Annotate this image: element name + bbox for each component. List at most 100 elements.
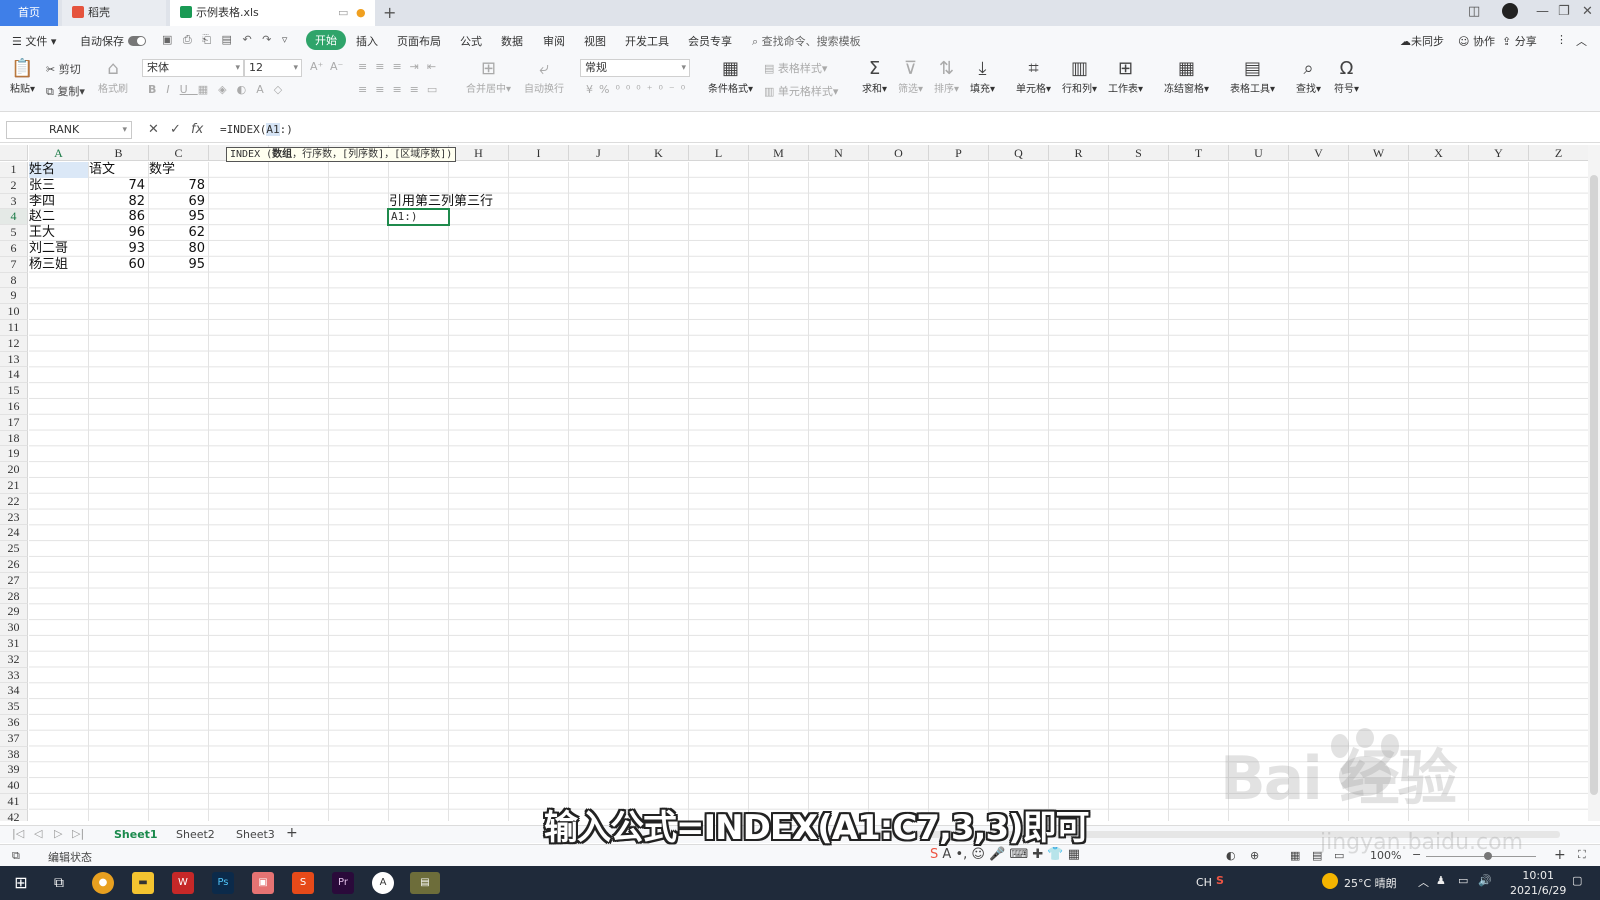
column-header-i[interactable]: I	[509, 145, 569, 161]
premiere-icon[interactable]: Pr	[332, 872, 354, 894]
clock[interactable]: 10:01 2021/6/29	[1510, 868, 1566, 898]
menu-data[interactable]: 数据	[501, 33, 523, 49]
align-center-icon[interactable]: ≡	[375, 83, 392, 96]
column-header-x[interactable]: X	[1409, 145, 1469, 161]
cell-g3[interactable]: 引用第三列第三行	[389, 194, 589, 210]
row-header-35[interactable]: 35	[0, 699, 28, 715]
column-header-a[interactable]: A	[29, 145, 89, 161]
cell-c6[interactable]: 80	[149, 241, 205, 257]
menu-page-layout[interactable]: 页面布局	[397, 33, 441, 49]
cell-a6[interactable]: 刘二哥	[29, 241, 88, 257]
cell-b5[interactable]: 96	[89, 225, 145, 241]
vertical-scrollbar[interactable]	[1588, 145, 1600, 821]
column-header-k[interactable]: K	[629, 145, 689, 161]
column-header-q[interactable]: Q	[989, 145, 1049, 161]
office-app-icon[interactable]: ▣	[252, 872, 274, 894]
number-format-select[interactable]: 常规	[580, 59, 690, 77]
copy-button[interactable]: ⧉ 复制▾	[46, 83, 85, 99]
app-a-icon[interactable]: A	[372, 872, 394, 894]
row-header-18[interactable]: 18	[0, 430, 28, 447]
sogou-tray-icon[interactable]: S	[1216, 874, 1224, 887]
italic-icon[interactable]: I	[166, 83, 179, 96]
collapse-ribbon-icon[interactable]: ︿	[1576, 33, 1587, 49]
volume-icon[interactable]: 🔊	[1478, 874, 1492, 887]
spreadsheet-app-icon[interactable]: S	[292, 872, 314, 894]
cell-b2[interactable]: 74	[89, 178, 145, 194]
column-header-v[interactable]: V	[1289, 145, 1349, 161]
file-explorer-icon[interactable]: ▬	[132, 872, 154, 894]
menu-formula[interactable]: 公式	[460, 33, 482, 49]
menu-insert[interactable]: 插入	[356, 33, 378, 49]
keyboard-icon[interactable]: ⌨	[1009, 847, 1028, 862]
cell-a3[interactable]: 李四	[29, 194, 88, 210]
output-icon[interactable]: ⎙	[183, 33, 192, 46]
notification-icon[interactable]: ▢	[1572, 874, 1582, 887]
column-header-j[interactable]: J	[569, 145, 629, 161]
column-header-c[interactable]: C	[149, 145, 209, 161]
more-icon[interactable]: ⋮	[1556, 33, 1567, 46]
column-header-p[interactable]: P	[929, 145, 989, 161]
row-header-5[interactable]: 5	[0, 225, 28, 241]
restore-icon[interactable]: ❐	[1558, 4, 1570, 19]
row-header-24[interactable]: 24	[0, 525, 28, 542]
border-icon[interactable]: ▦	[198, 83, 218, 96]
cut-button[interactable]: ✂ 剪切	[46, 61, 81, 77]
cancel-icon[interactable]: ✕	[148, 122, 159, 137]
row-header-20[interactable]: 20	[0, 462, 28, 478]
font-shrink-icon[interactable]: A⁻	[330, 60, 343, 73]
cell-a5[interactable]: 王大	[29, 225, 88, 241]
macro-record-icon[interactable]: ⧉	[12, 849, 20, 863]
network-icon[interactable]: ▭	[1458, 874, 1468, 887]
menu-developer[interactable]: 开发工具	[625, 33, 669, 49]
eye-protect-icon[interactable]: ◐	[1226, 849, 1236, 862]
cell-c7[interactable]: 95	[149, 257, 205, 273]
currency-icon[interactable]: ¥	[586, 83, 599, 96]
tab-daoke[interactable]: 稻壳	[62, 0, 166, 26]
row-header-41[interactable]: 41	[0, 794, 28, 810]
symbol-button[interactable]: Ω 符号▾	[1334, 58, 1359, 95]
next-sheet-icon[interactable]: ▷	[54, 827, 62, 840]
row-header-12[interactable]: 12	[0, 335, 28, 352]
cell-c5[interactable]: 62	[149, 225, 205, 241]
row-col-button[interactable]: ▥ 行和列▾	[1062, 58, 1097, 95]
cell-b1[interactable]: 语文	[89, 162, 148, 178]
row-header-36[interactable]: 36	[0, 715, 28, 731]
cell-a4[interactable]: 赵二	[29, 209, 88, 225]
column-header-o[interactable]: O	[869, 145, 929, 161]
confirm-icon[interactable]: ✓	[170, 122, 181, 137]
row-header-25[interactable]: 25	[0, 541, 28, 557]
windows-start-icon[interactable]: ⊞	[10, 872, 32, 894]
align-middle-icon[interactable]: ≡	[375, 60, 392, 73]
row-header-37[interactable]: 37	[0, 730, 28, 747]
font-color-icon[interactable]: A	[256, 83, 274, 96]
row-header-23[interactable]: 23	[0, 509, 28, 526]
task-view-icon[interactable]: ⧉	[48, 872, 70, 894]
cell-a1[interactable]: 姓名	[29, 162, 88, 178]
cell-b6[interactable]: 93	[89, 241, 145, 257]
tab-home[interactable]: 首页	[0, 0, 58, 26]
wrap-button[interactable]: ⤶ 自动换行	[524, 58, 564, 95]
decimal-decrease-icon[interactable]: ⁻⁰	[669, 83, 691, 96]
tab-spreadsheet-file[interactable]: 示例表格.xls ▭ ●	[170, 0, 375, 26]
column-header-m[interactable]: M	[749, 145, 809, 161]
cell-b7[interactable]: 60	[89, 257, 145, 273]
row-header-10[interactable]: 10	[0, 304, 28, 320]
row-header-4[interactable]: 4	[0, 209, 28, 226]
align-top-icon[interactable]: ≡	[358, 60, 375, 73]
bold-icon[interactable]: B	[148, 83, 166, 96]
command-search[interactable]: ⌕ 查找命令、搜索模板	[752, 33, 861, 49]
row-header-38[interactable]: 38	[0, 746, 28, 763]
row-header-21[interactable]: 21	[0, 478, 28, 494]
emoji-icon[interactable]: ☺	[971, 847, 985, 862]
align-bottom-icon[interactable]: ≡	[392, 60, 409, 73]
filter-button[interactable]: ⊽ 筛选▾	[898, 58, 923, 95]
font-family-select[interactable]: 宋体	[142, 59, 244, 77]
select-all-corner[interactable]	[0, 145, 28, 161]
first-sheet-icon[interactable]: |◁	[12, 827, 24, 840]
row-header-31[interactable]: 31	[0, 636, 28, 652]
sogou-icon[interactable]: S	[930, 847, 938, 862]
align-left-icon[interactable]: ≡	[358, 83, 375, 96]
vertical-scroll-thumb[interactable]	[1590, 175, 1598, 795]
row-header-42[interactable]: 42	[0, 809, 28, 821]
zoom-slider[interactable]	[1426, 856, 1536, 857]
